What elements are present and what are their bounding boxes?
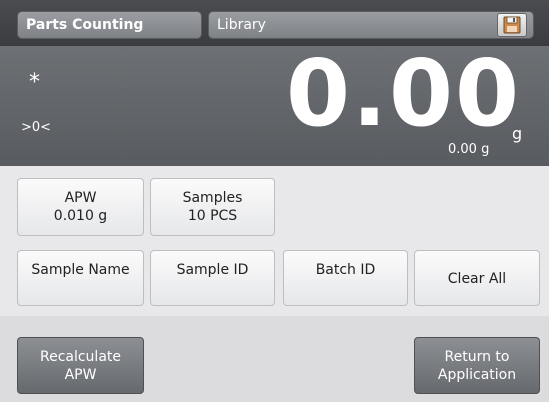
sample-name-label: Sample Name — [31, 262, 130, 278]
apw-label: APW — [64, 190, 97, 206]
library-button[interactable]: Library — [208, 11, 534, 39]
samples-label: Samples — [182, 190, 243, 206]
batch-id-button[interactable]: Batch ID — [283, 250, 408, 306]
weight-unit: g — [512, 124, 523, 143]
library-label: Library — [217, 17, 266, 33]
recalculate-line1: Recalculate — [39, 348, 122, 365]
apw-button[interactable]: APW 0.010 g — [17, 178, 144, 236]
main-weight-value: 0.00 — [286, 40, 521, 147]
save-button[interactable] — [497, 13, 527, 37]
clear-all-label: Clear All — [447, 271, 507, 287]
sample-name-button[interactable]: Sample Name — [17, 250, 144, 306]
clear-all-button[interactable]: Clear All — [414, 250, 540, 306]
samples-button[interactable]: Samples 10 PCS — [150, 178, 275, 236]
recalculate-line2: APW — [64, 366, 97, 383]
sample-id-button[interactable]: Sample ID — [150, 250, 275, 306]
mode-button[interactable]: Parts Counting — [17, 11, 202, 39]
sample-id-label: Sample ID — [176, 262, 249, 278]
return-to-application-button[interactable]: Return to Application — [414, 337, 540, 394]
mode-label: Parts Counting — [26, 17, 144, 33]
apw-value: 0.010 g — [53, 208, 108, 224]
return-line1: Return to — [444, 348, 510, 365]
floppy-disk-icon — [503, 16, 521, 34]
weight-display: * >0< 0.00 g 0.00 g — [0, 46, 549, 166]
secondary-weight-value: 0.00 g — [448, 142, 490, 157]
stability-indicator: * — [29, 70, 40, 95]
recalculate-apw-button[interactable]: Recalculate APW — [17, 337, 144, 394]
samples-value: 10 PCS — [187, 208, 238, 224]
return-line2: Application — [437, 366, 517, 383]
zero-indicator: >0< — [21, 120, 52, 135]
screen: Parts Counting Library * >0< 0.00 g 0.00… — [0, 0, 549, 402]
batch-id-label: Batch ID — [315, 262, 376, 278]
